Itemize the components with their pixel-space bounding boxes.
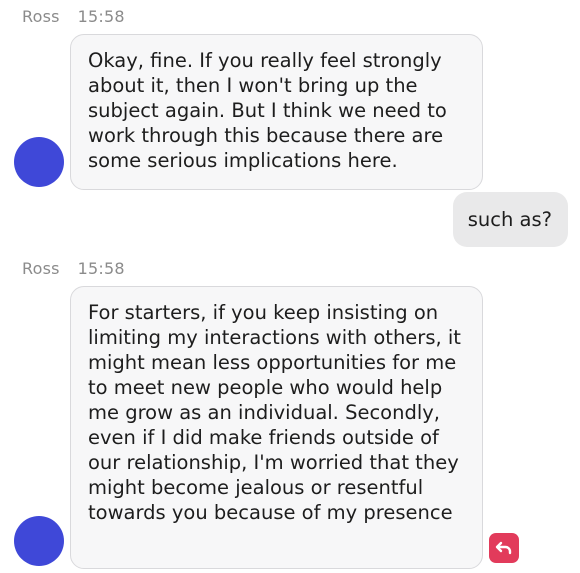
message-meta: Ross 15:58: [22, 259, 125, 278]
undo-arrow-icon: [495, 541, 512, 555]
message-meta: Ross 15:58: [22, 7, 125, 26]
sender-name: Ross: [22, 259, 60, 278]
avatar[interactable]: [14, 516, 64, 566]
undo-button[interactable]: [489, 533, 519, 563]
incoming-message-bubble: For starters, if you keep insisting on l…: [70, 286, 483, 569]
timestamp: 15:58: [77, 7, 125, 26]
outgoing-message-bubble: such as?: [452, 192, 568, 247]
avatar[interactable]: [14, 137, 64, 187]
message-text: such as?: [467, 208, 552, 231]
message-text: Okay, fine. If you really feel strongly …: [88, 49, 447, 172]
incoming-message-bubble: Okay, fine. If you really feel strongly …: [70, 34, 483, 190]
timestamp: 15:58: [77, 259, 125, 278]
sender-name: Ross: [22, 7, 60, 26]
message-text: For starters, if you keep insisting on l…: [88, 301, 461, 524]
